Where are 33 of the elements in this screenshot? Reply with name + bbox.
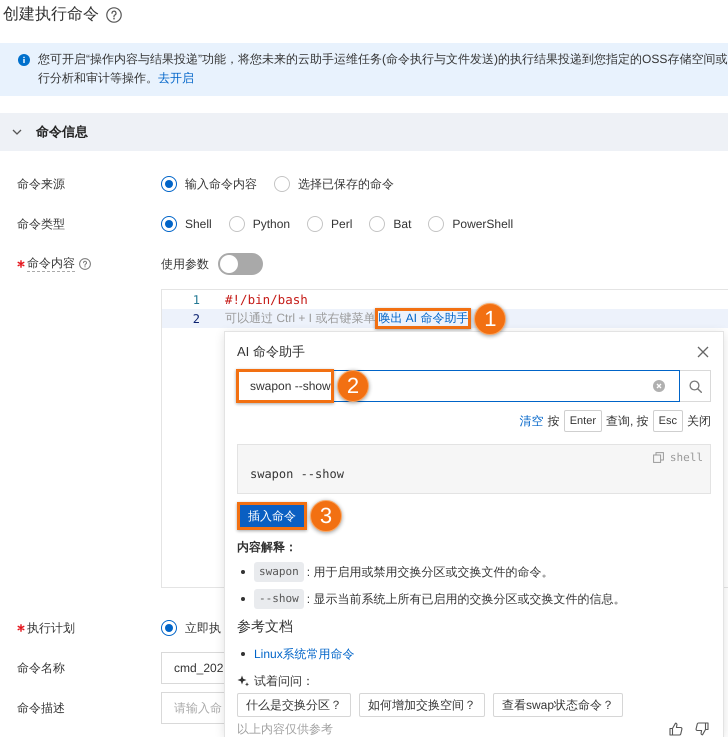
suggestions-title: 试着问问：: [254, 672, 314, 690]
explanation-title: 内容解释：: [237, 539, 297, 556]
explanation-text: : 显示当前系统上所有已启用的交换分区或交换文件的信息。: [306, 590, 626, 608]
step-badge: 3: [310, 500, 342, 532]
notice-text: 您可开启“操作内容与结果投递”功能，将您未来的云助手运维任务(命令执行与文件发送)的执行结果投递到您指定的OSS存储空间或 行分析和审计等操作。去开启: [38, 51, 728, 87]
code-text: swapon --show: [250, 466, 344, 482]
step-badge: 2: [337, 370, 369, 402]
editor-hint: 可以通过 Ctrl + I 或右键菜单 唤出 AI 命令助手: [225, 308, 472, 329]
code-language: shell: [670, 450, 703, 464]
key-cap: Enter: [564, 410, 602, 432]
page-title: 创建执行命令: [3, 4, 99, 25]
references-title: 参考文档: [237, 617, 293, 636]
field-label: 命令内容: [27, 256, 75, 272]
line-number: 2: [192, 312, 200, 326]
hint-text: 关闭: [687, 412, 711, 430]
field-label: 命令描述: [17, 700, 65, 716]
line-number: 1: [192, 292, 200, 306]
code-term: --show: [254, 589, 304, 609]
hint-text: 查询, 按: [606, 412, 649, 430]
step-badge: 1: [474, 302, 506, 334]
field-label: 命令类型: [17, 216, 65, 232]
field-label: 命令名称: [17, 660, 65, 676]
code-text: #!/bin/bash: [225, 292, 308, 308]
section-title: 命令信息: [36, 123, 88, 141]
hint-text: 按: [548, 412, 560, 430]
explanation-text: : 用于启用或禁用交换分区或交换文件的命令。: [306, 564, 554, 580]
toggle-label: 使用参数: [161, 256, 209, 272]
disclaimer-text: 以上内容仅供参考: [237, 720, 333, 737]
code-term: swapon: [254, 562, 304, 582]
field-label: 执行计划: [27, 620, 75, 636]
field-label: 命令来源: [17, 176, 65, 192]
dialog-title: AI 命令助手: [237, 343, 305, 361]
key-cap: Esc: [652, 410, 683, 432]
